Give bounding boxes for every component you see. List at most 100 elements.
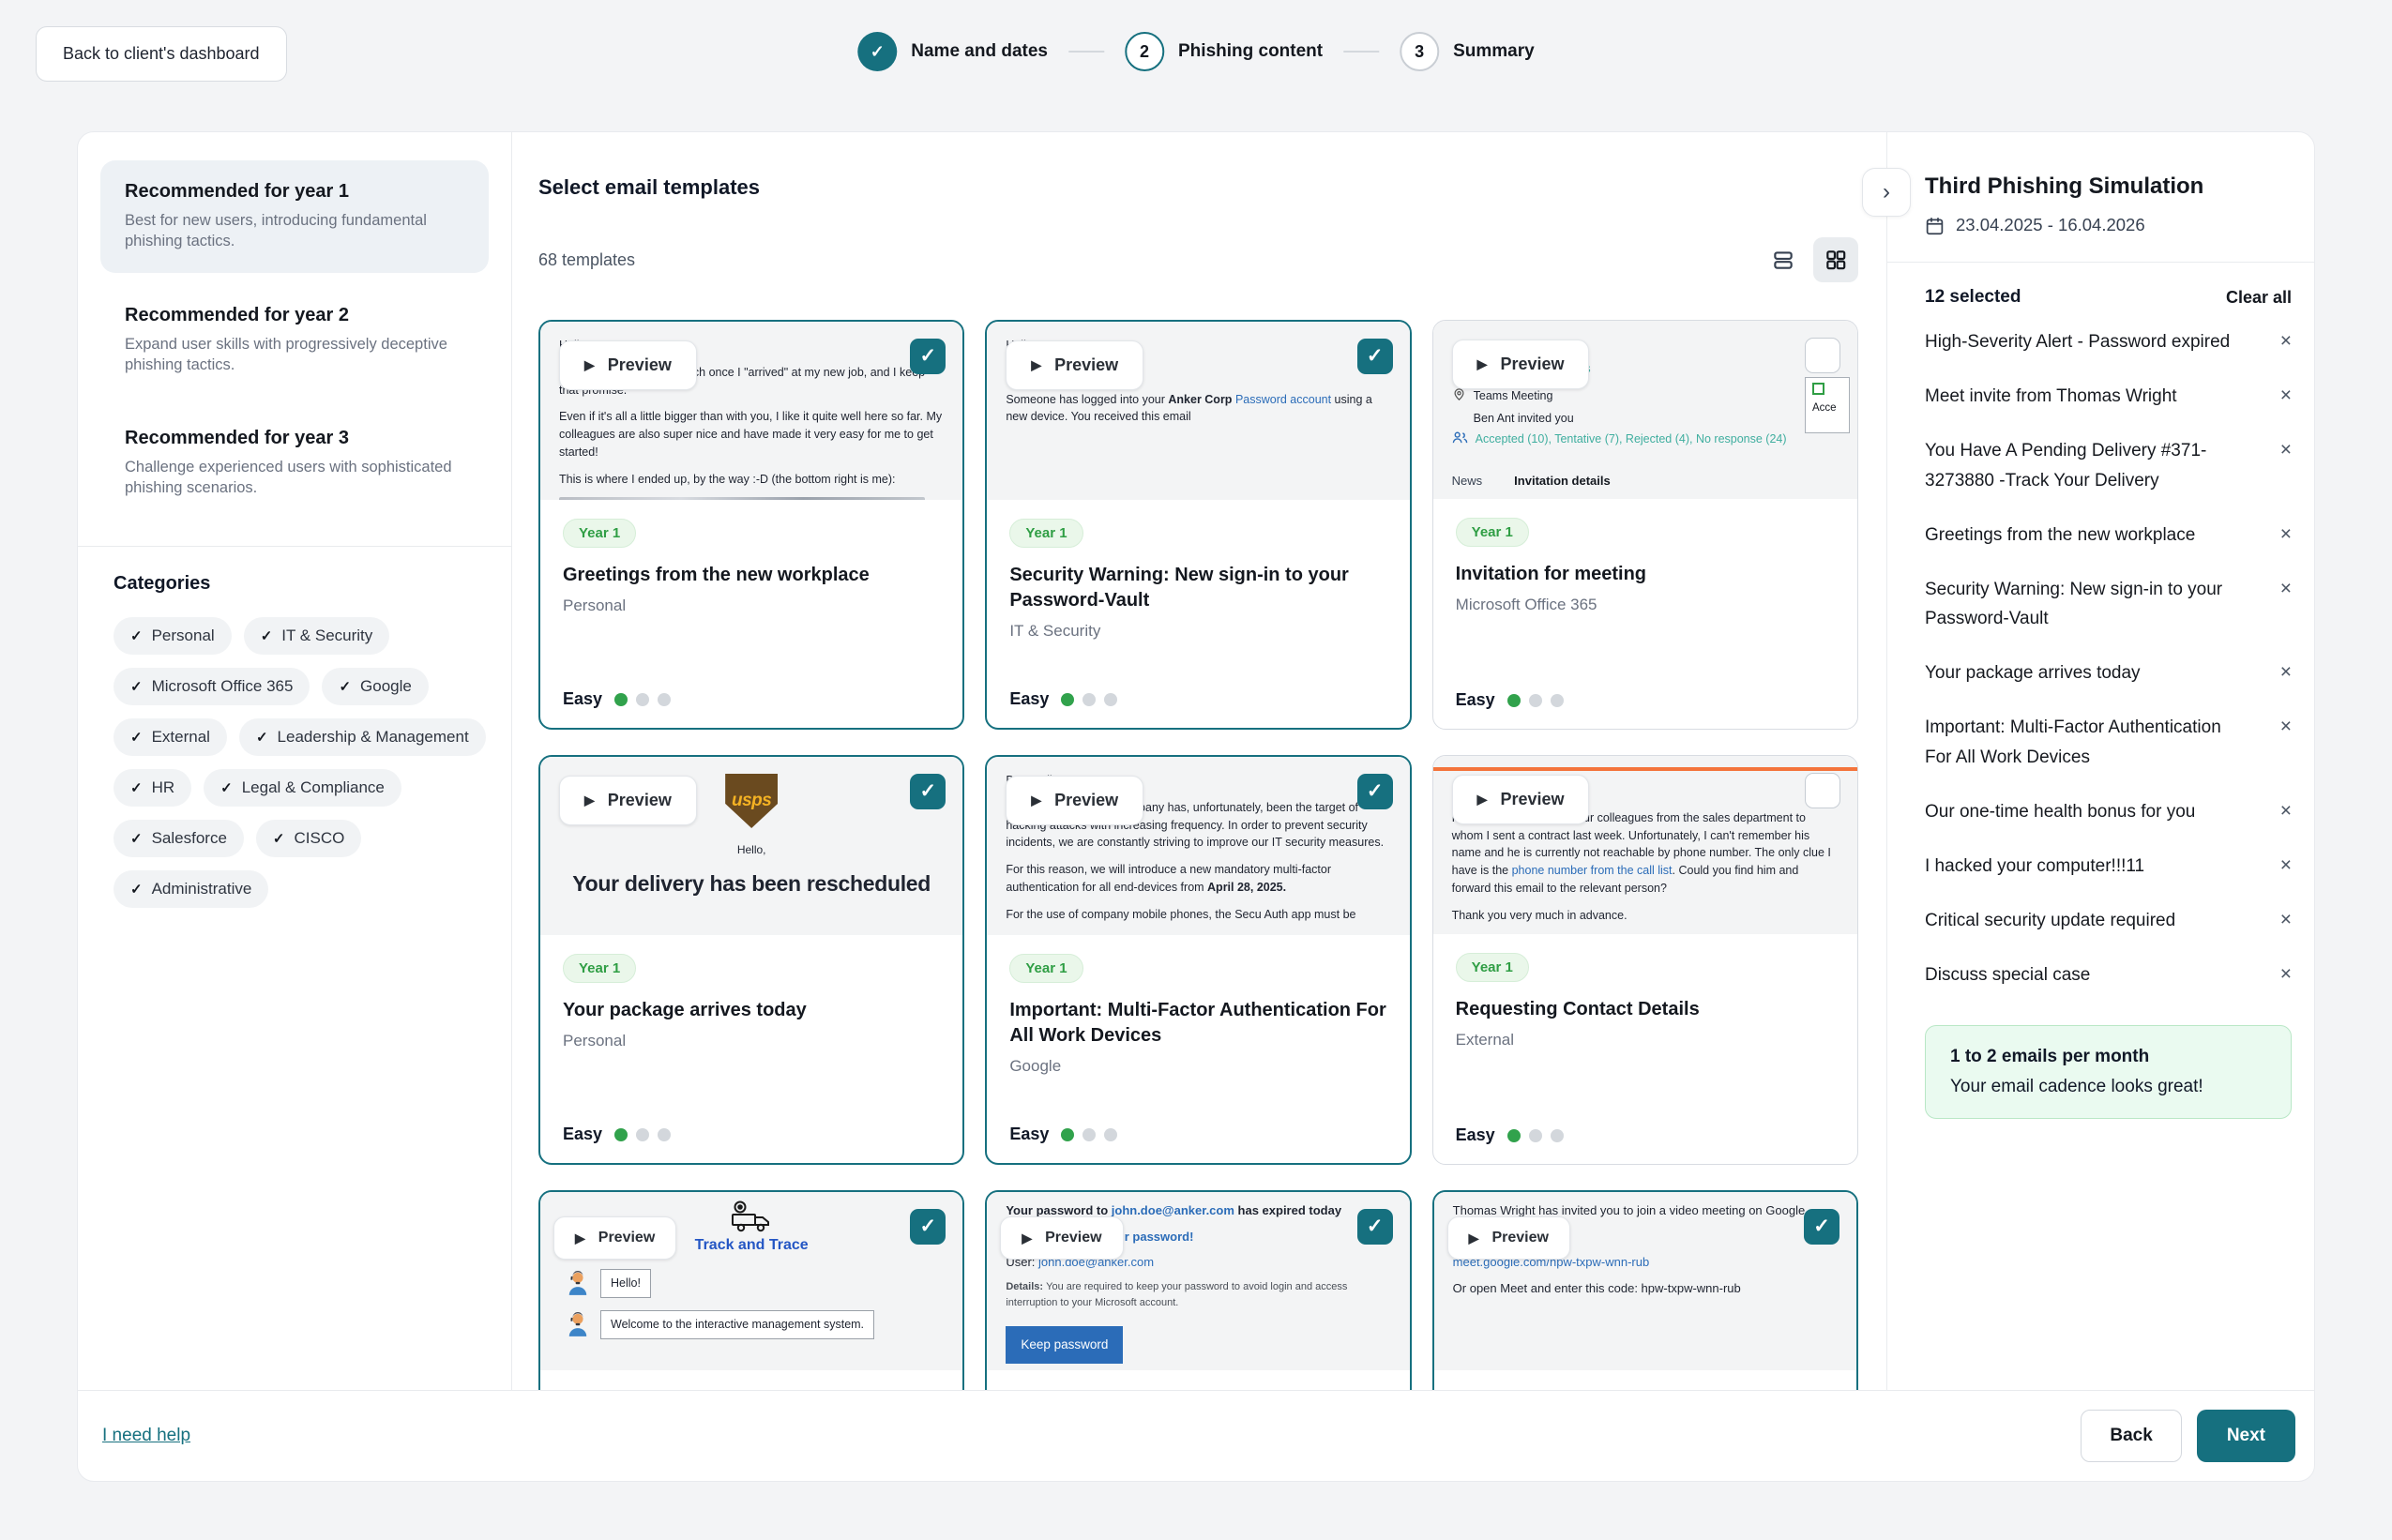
selected-count: 12 selected (1925, 287, 2021, 308)
template-body: Year 1Security Warning: New sign-in to y… (987, 500, 1409, 659)
template-body: Year 1Invitation for meetingMicrosoft Of… (1433, 499, 1857, 633)
template-checkbox[interactable]: ✓ (1804, 1209, 1839, 1245)
back-to-dashboard-button[interactable]: Back to client's dashboard (36, 26, 287, 82)
clear-all-button[interactable]: Clear all (2226, 288, 2292, 308)
sidebar-item-recommended-year-3[interactable]: Recommended for year 3 Challenge experie… (100, 407, 489, 520)
category-label: HR (152, 778, 175, 797)
next-button[interactable]: Next (2197, 1410, 2295, 1462)
remove-item-button[interactable]: × (2280, 575, 2292, 602)
remove-item-button[interactable]: × (2280, 521, 2292, 548)
sidebar-item-recommended-year-2[interactable]: Recommended for year 2 Expand user skill… (100, 284, 489, 397)
category-chip[interactable]: ✓Microsoft Office 365 (114, 668, 310, 705)
category-chip[interactable]: ✓Google (322, 668, 428, 705)
selected-template-title: Your package arrives today (1925, 658, 2141, 688)
remove-item-button[interactable]: × (2280, 960, 2292, 988)
category-chip[interactable]: ✓IT & Security (244, 617, 390, 655)
difficulty-dot (1529, 1129, 1542, 1142)
check-icon: ✓ (339, 678, 351, 695)
remove-item-button[interactable]: × (2280, 852, 2292, 879)
step-name-and-dates[interactable]: ✓ Name and dates (857, 32, 1048, 71)
text-span: Someone has logged into your (1006, 393, 1168, 406)
check-icon: ✓ (130, 678, 143, 695)
check-icon: ✓ (130, 881, 143, 898)
preview-button[interactable]: ▶Preview (1447, 1216, 1570, 1260)
template-body: Year 1Your package arrives todayPersonal… (540, 935, 962, 1069)
preview-button[interactable]: ▶Preview (1452, 340, 1590, 389)
template-checkbox[interactable]: ✓ (1357, 774, 1393, 809)
play-icon: ▶ (1477, 790, 1488, 809)
template-card[interactable]: Hello everyoneWe said I would get in tou… (538, 320, 964, 730)
details-text: You are required to keep your password t… (1006, 1281, 1347, 1308)
template-card[interactable]: Your password to john.doe@anker.com has … (985, 1190, 1411, 1390)
preview-button[interactable]: ▶Preview (559, 340, 697, 390)
sidebar-item-recommended-year-1[interactable]: Recommended for year 1 Best for new user… (100, 160, 489, 273)
category-label: Legal & Compliance (242, 778, 385, 797)
remove-item-button[interactable]: × (2280, 797, 2292, 824)
template-title: Greetings from the new workplace (563, 563, 940, 588)
category-chip[interactable]: ✓Legal & Compliance (204, 769, 401, 807)
remove-item-button[interactable]: × (2280, 382, 2292, 409)
template-card[interactable]: Thomas Wright has invited you to join a … (1432, 1190, 1858, 1390)
preview-button[interactable]: ▶Preview (1452, 775, 1590, 824)
selected-template-item: Discuss special case× (1925, 948, 2292, 1003)
chat-bubble: Hello! (600, 1269, 651, 1298)
text-span: Anker Corp (1168, 393, 1232, 406)
responses-text: Accepted (10), Tentative (7), Rejected (… (1476, 430, 1787, 448)
remove-item-button[interactable]: × (2280, 906, 2292, 933)
template-card[interactable]: Dear colleagues,In recent months our com… (985, 755, 1411, 1165)
template-grid: Hello everyoneWe said I would get in tou… (538, 320, 1858, 1390)
template-checkbox[interactable]: ✓ (910, 1209, 946, 1245)
selected-template-title: Meet invite from Thomas Wright (1925, 382, 2177, 412)
keep-password-button[interactable]: Keep password (1006, 1326, 1123, 1364)
remove-item-button[interactable]: × (2280, 658, 2292, 686)
check-icon: ✓ (256, 729, 268, 746)
preview-button[interactable]: ▶Preview (559, 776, 697, 825)
difficulty-label: Easy (563, 689, 602, 709)
year-badge: Year 1 (1456, 953, 1529, 982)
back-button[interactable]: Back (2081, 1410, 2181, 1462)
difficulty-dot (658, 693, 671, 706)
difficulty-dot (1507, 1129, 1521, 1142)
remove-item-button[interactable]: × (2280, 436, 2292, 463)
category-chip[interactable]: ✓Administrative (114, 870, 268, 908)
selected-template-item: Meet invite from Thomas Wright × (1925, 370, 2292, 424)
remove-item-button[interactable]: × (2280, 713, 2292, 740)
step-phishing-content[interactable]: 2 Phishing content (1125, 32, 1323, 71)
step-summary[interactable]: 3 Summary (1400, 32, 1535, 71)
category-chip[interactable]: ✓CISCO (256, 820, 361, 857)
category-chip[interactable]: ✓External (114, 718, 227, 756)
category-chip[interactable]: ✓Leadership & Management (239, 718, 486, 756)
help-link[interactable]: I need help (102, 1426, 190, 1446)
template-checkbox[interactable]: ✓ (910, 774, 946, 809)
template-card[interactable]: uspsHello,Your delivery has been resched… (538, 755, 964, 1165)
grid-view-toggle[interactable] (1813, 237, 1858, 282)
template-checkbox[interactable]: ✓ (910, 339, 946, 374)
template-checkbox[interactable]: ✓ (1357, 339, 1393, 374)
attendees-icon (1452, 430, 1468, 445)
text-span: This is where I ended up, by the way :-D… (559, 473, 895, 486)
collapse-panel-button[interactable]: › (1862, 168, 1911, 217)
preview-button[interactable]: ▶Preview (1006, 776, 1143, 825)
template-card[interactable]: Track and TraceHello!Welcome to the inte… (538, 1190, 964, 1390)
email-accent-line (1433, 767, 1857, 771)
category-chip[interactable]: ✓Salesforce (114, 820, 244, 857)
template-checkbox[interactable] (1805, 773, 1840, 808)
difficulty-label: Easy (1456, 1125, 1495, 1145)
selected-template-item: Critical security update required× (1925, 894, 2292, 948)
template-checkbox[interactable] (1805, 338, 1840, 373)
remove-item-button[interactable]: × (2280, 327, 2292, 355)
category-chip[interactable]: ✓HR (114, 769, 191, 807)
location-pin-icon (1452, 387, 1466, 401)
template-card[interactable]: Hello,Hi John Doe,Someone has logged int… (985, 320, 1411, 730)
selected-template-title: High-Severity Alert - Password expired (1925, 327, 2230, 357)
preview-button[interactable]: ▶Preview (1000, 1216, 1123, 1260)
template-checkbox[interactable]: ✓ (1357, 1209, 1393, 1245)
template-card[interactable]: Dear Sir or Madam,I am looking for one o… (1432, 755, 1858, 1165)
selected-template-title: You Have A Pending Delivery #371-3273880… (1925, 436, 2234, 496)
preview-button[interactable]: ▶Preview (1006, 340, 1143, 390)
preview-button[interactable]: ▶Preview (553, 1216, 676, 1260)
list-view-toggle[interactable] (1761, 237, 1806, 282)
preview-label: Preview (1500, 352, 1564, 377)
template-card[interactable]: 08:30 to 10:30 No conflictsTeams Meeting… (1432, 320, 1858, 730)
category-chip[interactable]: ✓Personal (114, 617, 232, 655)
